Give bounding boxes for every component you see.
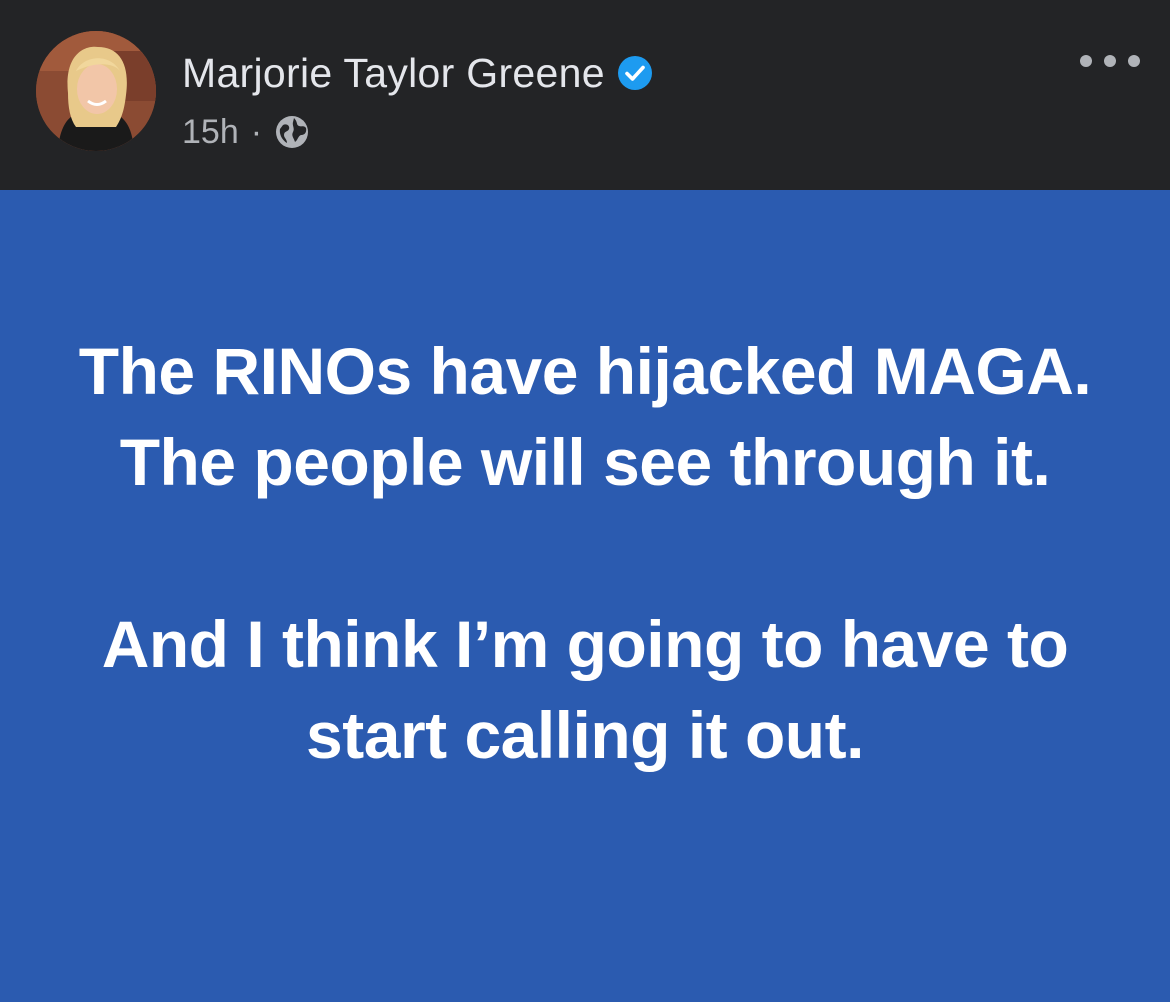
post-meta: 15h · (182, 110, 310, 154)
post-timestamp[interactable]: 15h (182, 113, 239, 152)
more-dot (1080, 55, 1092, 67)
author-avatar[interactable] (36, 31, 156, 151)
more-dot (1104, 55, 1116, 67)
post-paragraph: The RINOs have hijacked MAGA. The people… (78, 334, 1092, 499)
more-dot (1128, 55, 1140, 67)
verified-badge-icon (617, 55, 653, 91)
post-content-background: The RINOs have hijacked MAGA. The people… (0, 190, 1170, 1002)
post-text: The RINOs have hijacked MAGA. The people… (60, 326, 1110, 781)
author-row: Marjorie Taylor Greene (182, 48, 653, 98)
more-options-icon[interactable] (1080, 46, 1140, 76)
post-header: Marjorie Taylor Greene 15h · (0, 0, 1170, 190)
post-paragraph: And I think I’m going to have to start c… (101, 607, 1069, 772)
globe-icon (274, 114, 310, 150)
author-name[interactable]: Marjorie Taylor Greene (182, 50, 605, 97)
meta-separator: · (250, 112, 263, 151)
avatar-image (36, 31, 156, 151)
